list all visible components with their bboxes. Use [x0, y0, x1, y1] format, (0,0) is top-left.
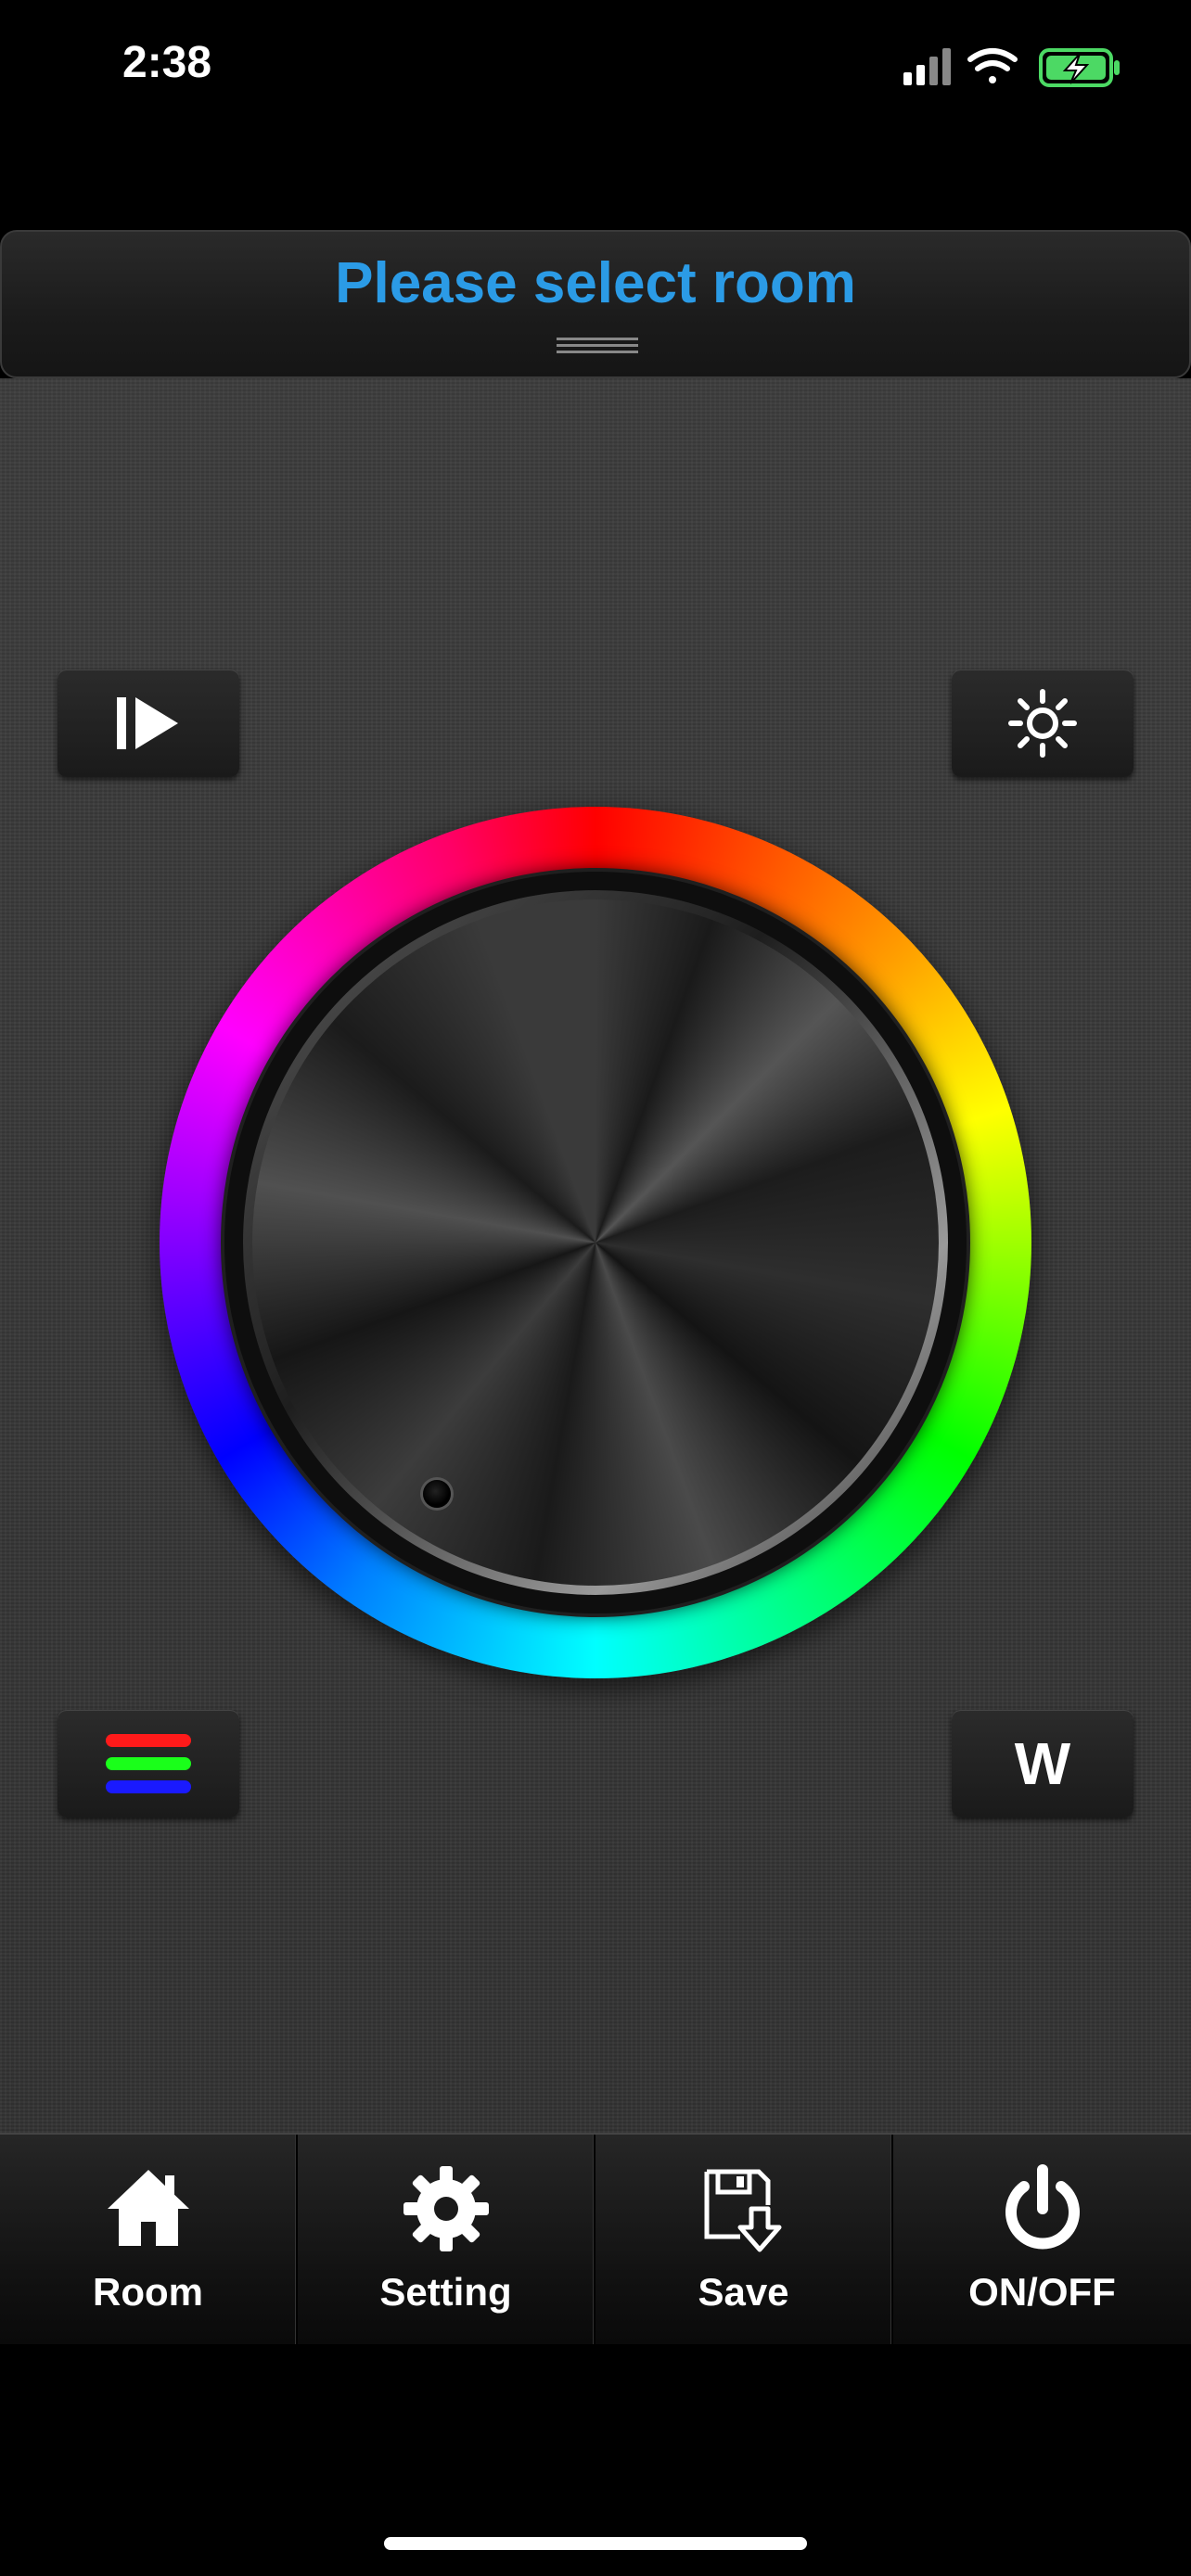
rgb-bars-icon — [106, 1734, 191, 1793]
rotary-knob[interactable] — [252, 899, 939, 1586]
control-panel: W — [0, 378, 1191, 2133]
tab-room[interactable]: Room — [0, 2135, 298, 2344]
room-title: Please select room — [335, 251, 856, 315]
tab-room-label: Room — [93, 2270, 203, 2314]
white-mode-label: W — [1014, 1730, 1071, 1797]
bottom-tab-bar: Room Setting Save ON/OFF — [0, 2133, 1191, 2344]
play-mode-icon — [117, 697, 178, 749]
white-mode-button[interactable]: W — [952, 1710, 1133, 1817]
drag-handle-icon — [557, 338, 638, 353]
tab-onoff[interactable]: ON/OFF — [893, 2135, 1191, 2344]
tab-setting[interactable]: Setting — [298, 2135, 596, 2344]
play-mode-button[interactable] — [58, 670, 239, 777]
color-wheel[interactable] — [160, 807, 1031, 1678]
home-indicator[interactable] — [384, 2537, 807, 2550]
status-bar: 2:38 — [0, 0, 1191, 130]
brightness-sun-icon — [1008, 689, 1077, 758]
save-icon — [704, 2169, 781, 2252]
gear-icon — [403, 2166, 489, 2251]
knob-bezel — [243, 890, 948, 1595]
status-icons — [903, 48, 1120, 87]
brightness-button[interactable] — [952, 670, 1133, 777]
home-icon — [107, 2170, 189, 2246]
tab-onoff-label: ON/OFF — [968, 2270, 1116, 2314]
rgb-mode-button[interactable] — [58, 1710, 239, 1817]
wifi-icon — [967, 48, 1018, 83]
battery-charging-icon — [1039, 48, 1120, 87]
status-time: 2:38 — [122, 38, 212, 87]
app-screen: 2:38 Please select room W Room Setting S… — [0, 0, 1191, 2576]
room-selector[interactable]: Please select room — [0, 230, 1191, 378]
power-icon — [1005, 2164, 1080, 2250]
tab-setting-label: Setting — [379, 2270, 512, 2314]
knob-indicator-dot — [423, 1480, 451, 1508]
tab-save[interactable]: Save — [596, 2135, 893, 2344]
knob-ring — [224, 872, 967, 1613]
tab-save-label: Save — [698, 2270, 789, 2314]
cellular-signal-icon — [903, 48, 951, 85]
